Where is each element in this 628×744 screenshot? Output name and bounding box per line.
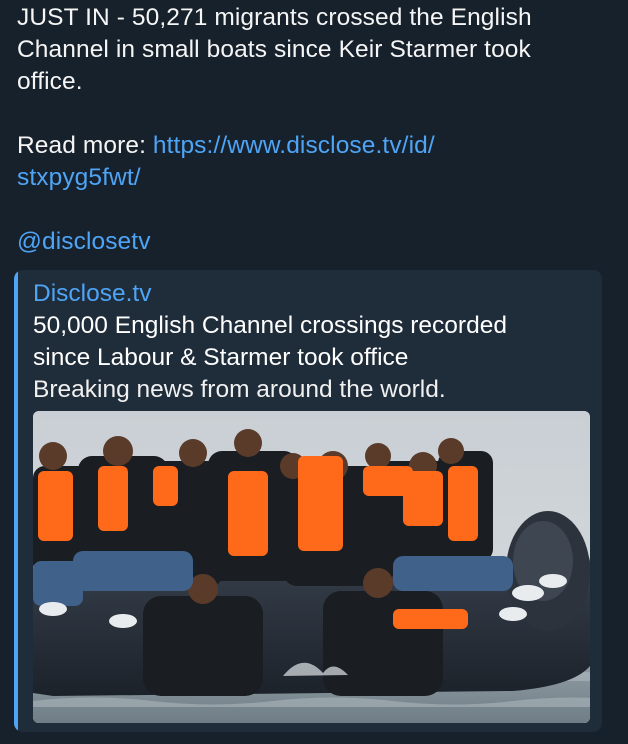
read-more-line-2: stxpyg5fwt/ [17, 162, 617, 194]
message-body: JUST IN - 50,271 migrants crossed the En… [17, 2, 617, 258]
photo-migrants-boat-icon [33, 411, 590, 723]
link-preview-card[interactable]: Disclose.tv 50,000 English Channel cross… [14, 270, 602, 732]
preview-site-name[interactable]: Disclose.tv [33, 278, 151, 310]
message-text-line-3: office. [17, 68, 83, 95]
read-more-line: Read more: https://www.disclose.tv/id/ [17, 130, 617, 162]
preview-accent-bar [14, 270, 18, 732]
article-link[interactable]: https://www.disclose.tv/id/ [153, 132, 435, 159]
preview-description: Breaking news from around the world. [33, 376, 446, 403]
mention-line: @disclosetv [17, 226, 617, 258]
preview-title-line-1: 50,000 English Channel crossings recorde… [33, 312, 507, 339]
read-more-label: Read more: [17, 132, 153, 159]
preview-image[interactable] [33, 411, 590, 723]
message-text-line-1: JUST IN - 50,271 migrants crossed the En… [17, 4, 532, 31]
message-text-line-2: Channel in small boats since Keir Starme… [17, 36, 531, 63]
preview-title[interactable]: 50,000 English Channel crossings recorde… [33, 310, 593, 374]
article-link-continued[interactable]: stxpyg5fwt/ [17, 164, 141, 191]
channel-mention-link[interactable]: @disclosetv [17, 228, 151, 255]
preview-title-line-2: since Labour & Starmer took office [33, 344, 409, 371]
